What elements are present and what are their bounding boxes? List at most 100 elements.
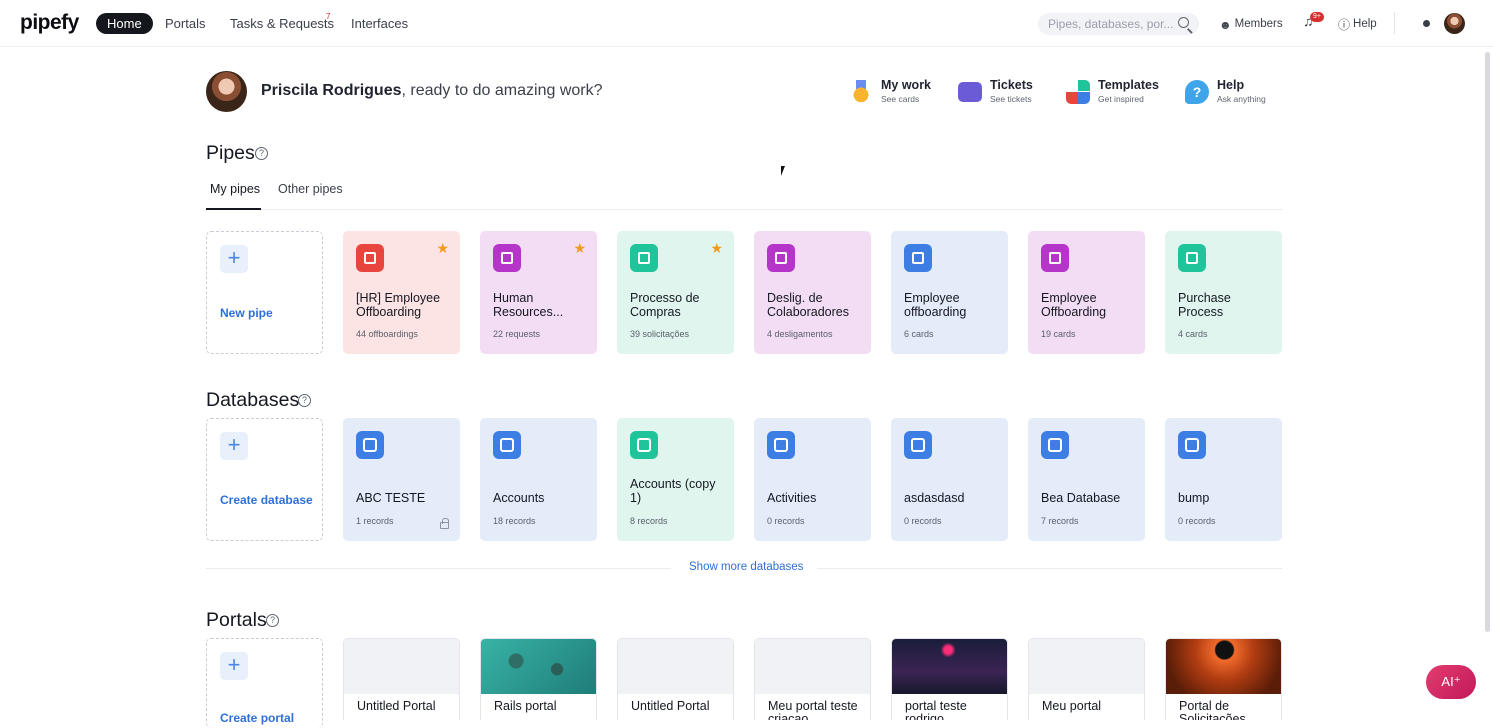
pipe-card[interactable]: ★ Processo de Compras 39 solicitações [617,231,734,354]
user-avatar[interactable] [1444,13,1465,34]
shortcut-title: My work [881,78,932,92]
help-bubble-icon: ? [1185,80,1209,104]
members-label: Members [1234,18,1283,30]
favorite-star-icon[interactable]: ★ [710,240,723,257]
members-button[interactable]: ☻ Members [1219,16,1283,33]
welcome-text: , ready to do amazing work? [401,82,603,99]
portal-cover-image [344,639,459,694]
search-placeholder: Pipes, databases, por... [1048,17,1174,31]
shortcut-subtitle: Ask anything [1217,94,1266,104]
portal-cover-image [618,639,733,694]
database-icon [904,431,932,459]
database-card[interactable]: Activities 0 records [754,418,871,541]
portal-name: Untitled Portal [631,699,710,713]
nav-home[interactable]: Home [96,13,153,34]
create-database-button[interactable]: + Create database [206,418,323,541]
pipe-name: Deslig. de Colaboradores [767,291,849,319]
pipe-card[interactable]: Employee offboarding 6 cards [891,231,1008,354]
nav-tasks-requests[interactable]: Tasks & Requests [230,13,334,34]
welcome-message: Priscila Rodrigues, ready to do amazing … [261,82,603,100]
portals-help-icon[interactable]: ? [266,614,279,627]
databases-help-icon[interactable]: ? [298,394,311,407]
database-card[interactable]: Accounts 18 records [480,418,597,541]
database-record-count: 7 records [1041,516,1079,526]
portal-card[interactable]: Portal de Solicitações [1165,638,1282,720]
pipe-count: 44 offboardings [356,329,418,339]
portal-cover-image [892,639,1007,694]
database-name: Accounts (copy 1) [630,477,716,505]
portal-cover-image [1166,639,1281,694]
new-pipe-button[interactable]: + New pipe [206,231,323,354]
scrollbar[interactable] [1485,52,1490,632]
lock-icon [440,518,449,529]
profile-avatar [206,71,247,112]
pipe-card[interactable]: Purchase Process 4 cards [1165,231,1282,354]
portal-card[interactable]: portal teste rodrigo [891,638,1008,720]
pipe-name: Employee offboarding [904,291,967,319]
create-database-label: Create database [220,493,313,507]
portal-card[interactable]: Rails portal [480,638,597,720]
portal-card[interactable]: Meu portal teste criacao [754,638,871,720]
help-button[interactable]: ⓘ Help [1338,16,1377,33]
pipe-icon [356,244,384,272]
top-bar: pipefy Home Portals Tasks & Requests 7 I… [0,0,1493,47]
show-more-databases-link[interactable]: Show more databases [689,561,803,573]
favorite-star-icon[interactable]: ★ [573,240,586,257]
tab-my-pipes[interactable]: My pipes [210,182,260,196]
global-search-input[interactable]: Pipes, databases, por... [1038,13,1199,35]
database-card[interactable]: Bea Database 7 records [1028,418,1145,541]
pipe-name: Purchase Process [1178,291,1231,319]
database-name: Activities [767,491,817,505]
pipe-count: 19 cards [1041,329,1076,339]
user-name: Priscila Rodrigues [261,82,402,99]
nav-interfaces[interactable]: Interfaces [351,13,408,34]
portal-name: Meu portal teste criacao [768,699,858,721]
status-dot [1423,20,1430,27]
active-tab-indicator [206,208,261,210]
portal-card[interactable]: Meu portal [1028,638,1145,720]
nav-portals[interactable]: Portals [165,13,205,34]
portal-name: Untitled Portal [357,699,436,713]
database-card[interactable]: ABC TESTE 1 records [343,418,460,541]
tabs-divider [206,209,1282,210]
database-icon [1041,431,1069,459]
shortcut-subtitle: See tickets [990,94,1032,104]
new-pipe-label: New pipe [220,306,273,320]
database-card[interactable]: Accounts (copy 1) 8 records [617,418,734,541]
database-card[interactable]: bump 0 records [1165,418,1282,541]
favorite-star-icon[interactable]: ★ [436,240,449,257]
portal-cover-image [755,639,870,694]
tab-other-pipes[interactable]: Other pipes [278,182,343,196]
pipe-card[interactable]: ★ [HR] Employee Offboarding 44 offboarding… [343,231,460,354]
database-record-count: 1 records [356,516,394,526]
database-record-count: 0 records [1178,516,1216,526]
pipe-card[interactable]: ★ Human Resources... 22 requests [480,231,597,354]
mouse-cursor [781,166,789,176]
pipefy-logo[interactable]: pipefy [20,11,79,35]
database-icon [493,431,521,459]
plus-icon: + [220,432,248,460]
pipe-name: Processo de Compras [630,291,700,319]
database-icon [630,431,658,459]
shortcut-title: Templates [1098,78,1159,92]
ai-assistant-button[interactable]: AI⁺ [1426,665,1476,699]
notifications-badge: 9+ [1310,12,1324,22]
database-card[interactable]: asdasdasd 0 records [891,418,1008,541]
portal-name: portal teste rodrigo [905,699,967,721]
portal-card[interactable]: Untitled Portal [343,638,460,720]
shortcut-title: Help [1217,78,1245,92]
pipes-help-icon[interactable]: ? [255,147,268,160]
portal-name: Meu portal [1042,699,1102,713]
pipes-heading: Pipes [206,142,255,164]
create-portal-button[interactable]: + Create portal [206,638,323,728]
pipe-icon [630,244,658,272]
database-icon [767,431,795,459]
pipe-card[interactable]: Deslig. de Colaboradores 4 desligamentos [754,231,871,354]
database-name: Bea Database [1041,491,1121,505]
portals-heading: Portals [206,609,267,631]
search-icon [1178,17,1189,28]
tasks-count-badge: 7 [326,12,331,21]
pipe-card[interactable]: Employee Offboarding 19 cards [1028,231,1145,354]
portal-cover-image [481,639,596,694]
portal-card[interactable]: Untitled Portal [617,638,734,720]
